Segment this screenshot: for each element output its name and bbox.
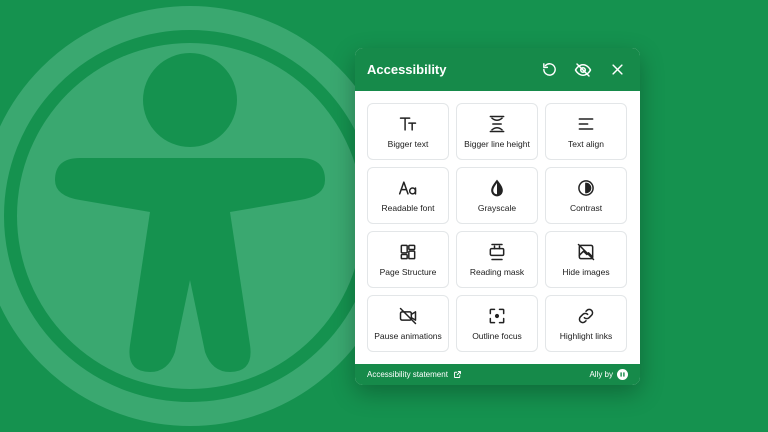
panel-footer: Accessibility statement Ally by	[355, 364, 640, 385]
feature-grid: Bigger text Bigger line height Text alig…	[367, 103, 628, 352]
tile-bigger-line-height[interactable]: Bigger line height	[456, 103, 538, 160]
panel-body: Bigger text Bigger line height Text alig…	[355, 91, 640, 364]
reading-mask-icon	[489, 243, 505, 261]
tile-label: Text align	[568, 139, 604, 149]
accessibility-statement-link[interactable]: Accessibility statement	[367, 370, 462, 379]
tile-label: Reading mask	[469, 267, 525, 277]
tile-bigger-text[interactable]: Bigger text	[367, 103, 449, 160]
reset-button[interactable]	[538, 59, 560, 81]
tile-label: Highlight links	[559, 331, 613, 341]
page-structure-icon	[400, 244, 416, 260]
tile-contrast[interactable]: Contrast	[545, 167, 627, 224]
tile-grayscale[interactable]: Grayscale	[456, 167, 538, 224]
tile-label: Contrast	[569, 203, 603, 213]
tile-outline-focus[interactable]: Outline focus	[456, 295, 538, 352]
tile-text-align[interactable]: Text align	[545, 103, 627, 160]
tile-label: Grayscale	[477, 203, 517, 213]
highlight-links-icon	[578, 308, 594, 324]
close-button[interactable]	[606, 59, 628, 81]
tile-readable-font[interactable]: Readable font	[367, 167, 449, 224]
line-height-icon	[489, 115, 505, 133]
close-icon	[611, 64, 623, 75]
text-align-icon	[578, 118, 594, 130]
contrast-icon	[578, 180, 594, 196]
tile-reading-mask[interactable]: Reading mask	[456, 231, 538, 288]
brand-label: Ally by	[589, 370, 613, 379]
tile-page-structure[interactable]: Page Structure	[367, 231, 449, 288]
accessibility-panel: Accessibility Bigger text Bigger line he…	[355, 48, 640, 385]
tile-label: Pause animations	[374, 331, 442, 341]
panel-title: Accessibility	[367, 62, 447, 77]
tile-label: Outline focus	[472, 331, 522, 341]
hide-images-icon	[577, 243, 595, 261]
reset-icon	[542, 63, 556, 76]
ally-logo-icon	[617, 369, 628, 380]
readable-font-icon	[398, 181, 417, 195]
tile-pause-animations[interactable]: Pause animations	[367, 295, 449, 352]
tile-hide-images[interactable]: Hide images	[545, 231, 627, 288]
tile-label: Page Structure	[379, 267, 437, 277]
pause-animations-icon	[399, 307, 417, 325]
outline-focus-icon	[489, 308, 505, 324]
statement-label: Accessibility statement	[367, 370, 448, 379]
text-size-icon	[399, 117, 417, 131]
panel-header: Accessibility	[355, 48, 640, 91]
hide-widget-icon	[574, 62, 592, 77]
tile-label: Bigger line height	[464, 139, 530, 149]
hide-widget-button[interactable]	[572, 59, 594, 81]
tile-label: Hide images	[562, 267, 610, 277]
tile-highlight-links[interactable]: Highlight links	[545, 295, 627, 352]
grayscale-icon	[491, 179, 503, 197]
tile-label: Readable font	[381, 203, 435, 213]
tile-label: Bigger text	[387, 139, 429, 149]
external-link-icon	[453, 370, 462, 379]
ally-branding[interactable]: Ally by	[589, 369, 628, 380]
